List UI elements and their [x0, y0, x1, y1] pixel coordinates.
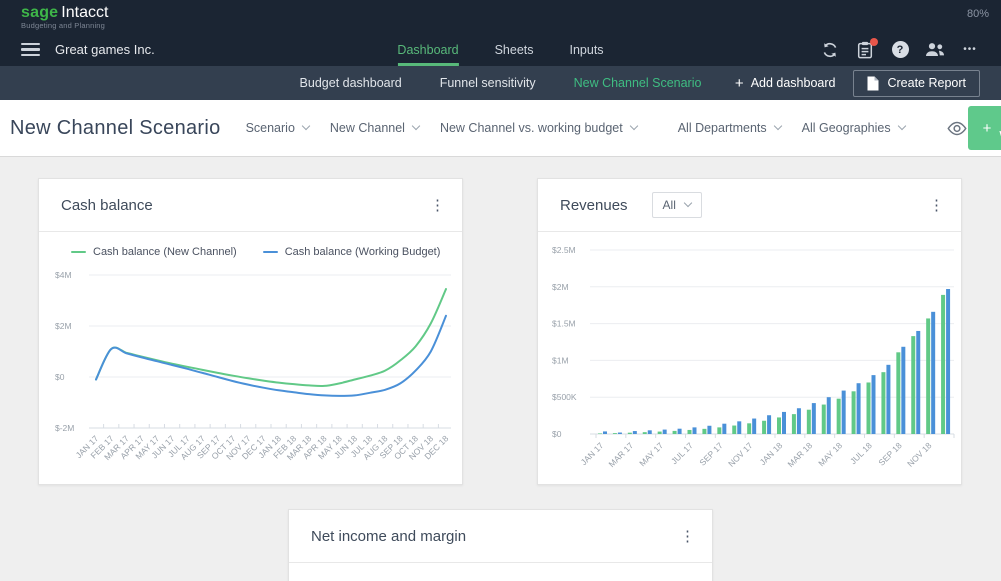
kebab-menu-icon[interactable]: ⋮	[929, 198, 944, 213]
svg-text:JUL 18: JUL 18	[848, 440, 874, 466]
widget-title: Net income and margin	[311, 527, 467, 545]
svg-text:JUL 17: JUL 17	[669, 440, 695, 466]
svg-text:MAR 18: MAR 18	[785, 440, 814, 469]
chevron-down-icon	[897, 121, 906, 131]
svg-text:$2.5M: $2.5M	[552, 245, 576, 255]
dashboard-link-budget[interactable]: Budget dashboard	[300, 76, 402, 90]
app-root: sage Intacct Budgeting and Planning 80% G…	[0, 0, 1001, 581]
chevron-down-icon	[301, 121, 311, 131]
widget-net-income: Net income and margin ⋮	[288, 509, 713, 581]
svg-text:$2M: $2M	[552, 282, 569, 292]
plus-icon: +	[734, 74, 744, 92]
company-name: Great games Inc.	[55, 42, 155, 57]
legend-dash-green	[71, 251, 86, 253]
svg-text:JAN 17: JAN 17	[579, 440, 606, 467]
menubar: Great games Inc. Dashboard Sheets Inputs	[0, 33, 1001, 66]
tab-inputs[interactable]: Inputs	[570, 33, 604, 66]
page-title: New Channel Scenario	[10, 116, 221, 139]
svg-text:$1M: $1M	[552, 355, 569, 365]
revenues-filter-dropdown[interactable]: All	[651, 192, 702, 218]
widget-title: Revenues	[560, 196, 628, 214]
filter-geographies[interactable]: All Geographies	[802, 121, 906, 135]
svg-text:$0: $0	[552, 429, 562, 439]
svg-text:SEP 17: SEP 17	[697, 440, 725, 468]
chart-legend: Cash balance (New Channel) Cash balance …	[39, 232, 462, 260]
tab-dashboard[interactable]: Dashboard	[397, 33, 459, 66]
filter-comparison[interactable]: New Channel vs. working budget	[440, 121, 638, 135]
filter-scenario[interactable]: Scenario	[246, 121, 311, 135]
logo-subtitle: Budgeting and Planning	[21, 21, 106, 30]
revenues-bar-chart[interactable]: $2.5M$2M$1.5M$1M$500K$0JAN 17 MAR 17 MAY 1…	[538, 237, 961, 483]
dashboard-canvas: Cash balance ⋮ Cash balance (New Channel…	[0, 157, 1001, 581]
chevron-down-icon	[773, 121, 782, 131]
sync-icon[interactable]	[820, 40, 840, 60]
svg-text:$500K: $500K	[552, 392, 577, 402]
logo-intacct: Intacct	[61, 4, 109, 21]
cash-balance-line-chart[interactable]: $4M$2M$0$-2MJAN 17FEB 17MAR 17APR 17MAY …	[39, 260, 462, 478]
page-header: New Channel Scenario Scenario New Channe…	[0, 100, 1001, 157]
topbar: sage Intacct Budgeting and Planning 80%	[0, 0, 1001, 33]
dashboard-link-new-channel[interactable]: New Channel Scenario	[574, 76, 702, 90]
dashboard-subnav: Budget dashboard Funnel sensitivity New …	[0, 66, 1001, 100]
dashboard-links: Budget dashboard Funnel sensitivity New …	[300, 76, 702, 90]
svg-text:$-2M: $-2M	[55, 423, 74, 433]
add-dashboard-button[interactable]: + Add dashboard	[735, 75, 836, 92]
more-options-icon[interactable]: •••	[960, 40, 980, 60]
report-document-icon	[867, 76, 879, 90]
create-report-button[interactable]: Create Report	[853, 69, 980, 97]
help-icon[interactable]: ?	[890, 40, 910, 60]
svg-text:NOV 18: NOV 18	[905, 440, 934, 469]
widget-cash-balance: Cash balance ⋮ Cash balance (New Channel…	[38, 178, 463, 485]
browser-zoom-level: 80%	[966, 8, 989, 20]
menubar-icons: ? •••	[820, 37, 980, 60]
filter-departments[interactable]: All Departments	[678, 121, 782, 135]
tab-sheets[interactable]: Sheets	[495, 33, 534, 66]
chevron-down-icon	[683, 198, 693, 208]
legend-dash-blue	[262, 251, 278, 253]
svg-text:JAN 18: JAN 18	[758, 440, 785, 467]
main-tabs: Dashboard Sheets Inputs	[397, 33, 604, 66]
svg-text:$0: $0	[55, 372, 65, 382]
widget-title: Cash balance	[61, 196, 153, 214]
svg-text:NOV 17: NOV 17	[726, 440, 755, 469]
add-widget-button[interactable]: + Add Widget	[967, 106, 1001, 150]
svg-text:MAY 17: MAY 17	[637, 440, 665, 468]
svg-text:MAR 17: MAR 17	[606, 440, 635, 469]
hamburger-menu-icon[interactable]	[21, 40, 40, 60]
visibility-eye-icon[interactable]	[946, 121, 968, 136]
svg-text:SEP 18: SEP 18	[876, 440, 904, 468]
logo-sage: sage	[21, 4, 59, 21]
svg-text:$1.5M: $1.5M	[552, 319, 576, 329]
notification-badge	[870, 37, 878, 46]
chevron-down-icon	[411, 121, 421, 131]
filter-new-channel[interactable]: New Channel	[330, 121, 421, 135]
sage-intacct-logo: sage Intacct Budgeting and Planning	[21, 4, 108, 33]
widget-revenues: Revenues All ⋮ $2.5M $2M $1.5M $1M $500K $0 JA…	[537, 178, 962, 485]
dashboard-link-funnel[interactable]: Funnel sensitivity	[440, 76, 536, 90]
svg-text:MAY 18: MAY 18	[816, 440, 844, 468]
plus-icon: +	[982, 119, 992, 137]
users-icon[interactable]	[925, 40, 945, 60]
kebab-menu-icon[interactable]: ⋮	[680, 529, 695, 544]
kebab-menu-icon[interactable]: ⋮	[430, 198, 445, 213]
svg-text:$4M: $4M	[55, 270, 72, 280]
chevron-down-icon	[629, 121, 638, 131]
svg-text:$2M: $2M	[55, 321, 72, 331]
tasks-clipboard-icon[interactable]	[855, 37, 878, 60]
